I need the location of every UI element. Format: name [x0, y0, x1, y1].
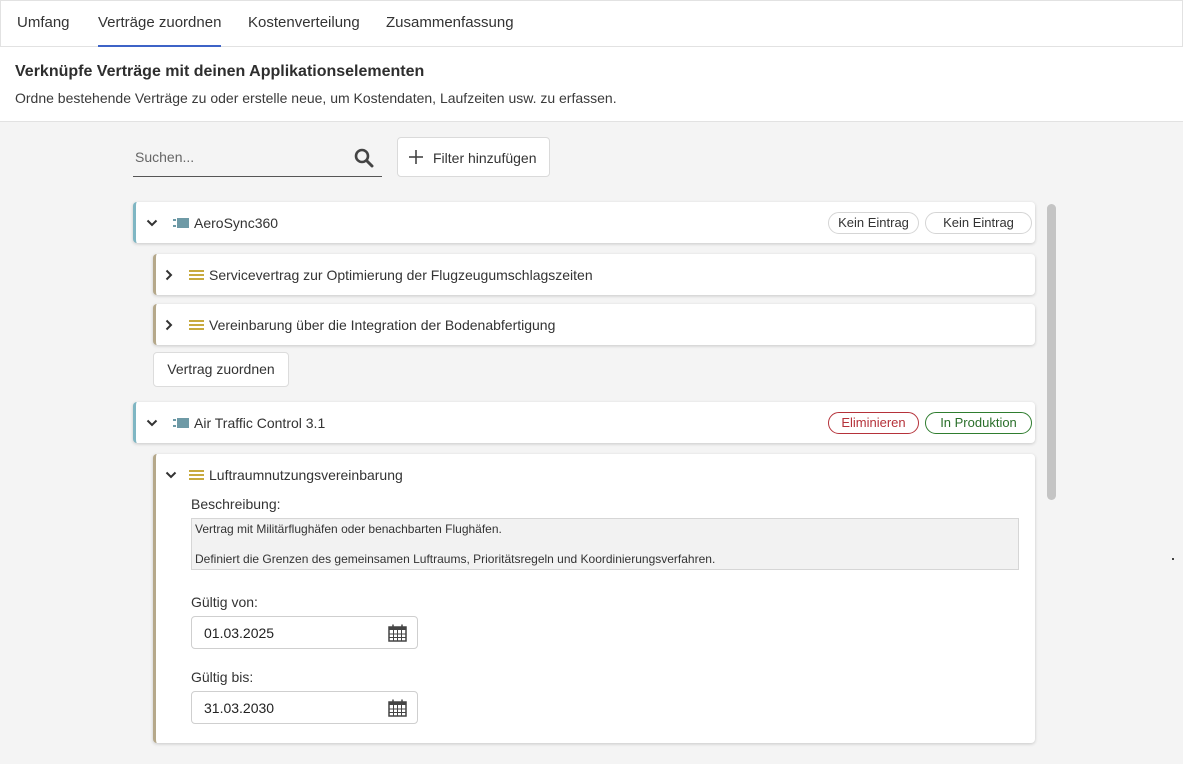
valid-to-input[interactable]: 31.03.2030: [191, 691, 418, 724]
chevron-down-icon[interactable]: [165, 469, 177, 481]
page-title: Verknüpfe Verträge mit deinen Applikatio…: [15, 63, 425, 80]
contract-name: Luftraumnutzungsvereinbarung: [209, 467, 403, 483]
tab-vertraege-zuordnen[interactable]: Verträge zuordnen: [98, 1, 222, 47]
contract-card[interactable]: Servicevertrag zur Optimierung der Flugz…: [153, 254, 1035, 295]
search-icon[interactable]: [354, 148, 374, 168]
application-icon: [173, 418, 189, 428]
assign-contract-button[interactable]: Vertrag zuordnen: [153, 352, 289, 387]
contract-name: Vereinbarung über die Integration der Bo…: [209, 317, 556, 333]
tab-bar: Umfang Verträge zuordnen Kostenverteilun…: [0, 0, 1183, 47]
app-card-aerosync360[interactable]: AeroSync360 Kein Eintrag Kein Eintrag: [133, 202, 1035, 243]
chevron-down-icon[interactable]: [146, 417, 158, 429]
page-subtitle: Ordne bestehende Verträge zu oder erstel…: [15, 90, 617, 106]
contract-icon: [189, 270, 204, 280]
add-filter-label: Filter hinzufügen: [433, 150, 537, 166]
calendar-icon[interactable]: [388, 624, 407, 642]
valid-to-value: 31.03.2030: [204, 700, 275, 716]
scrollbar-thumb[interactable]: [1047, 204, 1056, 500]
calendar-icon[interactable]: [388, 699, 407, 717]
valid-to-label: Gültig bis:: [191, 669, 254, 685]
plus-icon: [409, 150, 423, 164]
contract-name: Servicevertrag zur Optimierung der Flugz…: [209, 267, 593, 283]
tab-kostenverteilung[interactable]: Kostenverteilung: [248, 1, 360, 47]
chevron-right-icon[interactable]: [163, 269, 175, 281]
app-card-air-traffic-control[interactable]: Air Traffic Control 3.1 Eliminieren In P…: [133, 402, 1035, 443]
status-badge: In Produktion: [925, 412, 1032, 434]
application-icon: [173, 218, 189, 228]
app-name: Air Traffic Control 3.1: [194, 415, 326, 431]
description-line: Vertrag mit Militärflughäfen oder benach…: [195, 522, 502, 536]
add-filter-button[interactable]: Filter hinzufügen: [397, 137, 550, 177]
valid-from-label: Gültig von:: [191, 594, 258, 610]
chevron-right-icon[interactable]: [163, 319, 175, 331]
search-field: [133, 138, 382, 177]
lifecycle-badge: Eliminieren: [828, 412, 919, 434]
contract-card[interactable]: Vereinbarung über die Integration der Bo…: [153, 304, 1035, 345]
status-badge: Kein Eintrag: [925, 212, 1032, 234]
contract-icon: [189, 320, 204, 330]
valid-from-value: 01.03.2025: [204, 625, 275, 641]
description-line: Definiert die Grenzen des gemeinsamen Lu…: [195, 552, 716, 566]
chevron-down-icon[interactable]: [146, 217, 158, 229]
description-field[interactable]: Vertrag mit Militärflughäfen oder benach…: [191, 518, 1019, 570]
contract-icon: [189, 470, 204, 480]
app-name: AeroSync360: [194, 215, 279, 231]
valid-from-input[interactable]: 01.03.2025: [191, 616, 418, 649]
status-badge: Kein Eintrag: [828, 212, 919, 234]
search-input[interactable]: [135, 146, 345, 168]
description-label: Beschreibung:: [191, 496, 281, 512]
stray-dot: [1172, 558, 1174, 560]
tab-umfang[interactable]: Umfang: [17, 1, 70, 47]
intro-section: Verknüpfe Verträge mit deinen Applikatio…: [0, 47, 1183, 122]
tab-zusammenfassung[interactable]: Zusammenfassung: [386, 1, 514, 47]
